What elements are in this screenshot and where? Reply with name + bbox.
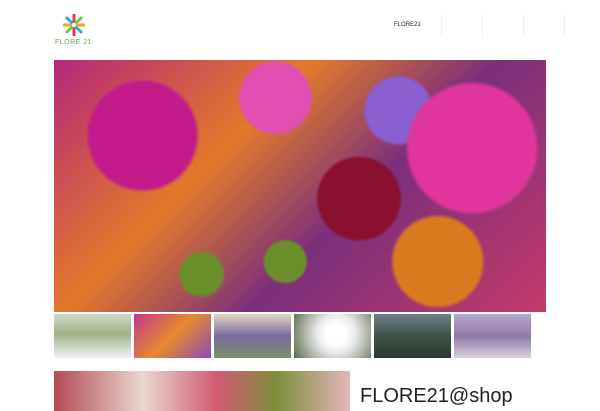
logo[interactable]: FLORE 21: [55, 14, 95, 48]
shop-banner-image[interactable]: [54, 371, 350, 411]
hero-image[interactable]: [54, 60, 546, 312]
nav-item-4[interactable]: [540, 14, 548, 36]
shop-heading: FLORE21@shop: [360, 385, 513, 407]
nav-item-flore21[interactable]: FLORE21: [390, 14, 425, 36]
logo-text: FLORE 21: [55, 39, 93, 46]
nav-item-2[interactable]: [458, 14, 466, 36]
nav-item-3[interactable]: [499, 14, 507, 36]
thumbnail-6[interactable]: [454, 314, 531, 358]
thumbnail-3[interactable]: [214, 314, 291, 358]
thumbnail-4[interactable]: [294, 314, 371, 358]
thumbnail-5[interactable]: [374, 314, 451, 358]
nav-divider: [522, 14, 524, 36]
nav-divider: [440, 14, 442, 36]
nav-divider: [563, 14, 565, 36]
thumbnail-1[interactable]: [54, 314, 131, 358]
flower-logo-icon: [63, 14, 85, 36]
thumbnail-strip: [54, 314, 531, 358]
thumbnail-2[interactable]: [134, 314, 211, 358]
top-nav: FLORE21: [390, 14, 589, 36]
nav-divider: [481, 14, 483, 36]
nav-item-5[interactable]: [581, 14, 589, 36]
